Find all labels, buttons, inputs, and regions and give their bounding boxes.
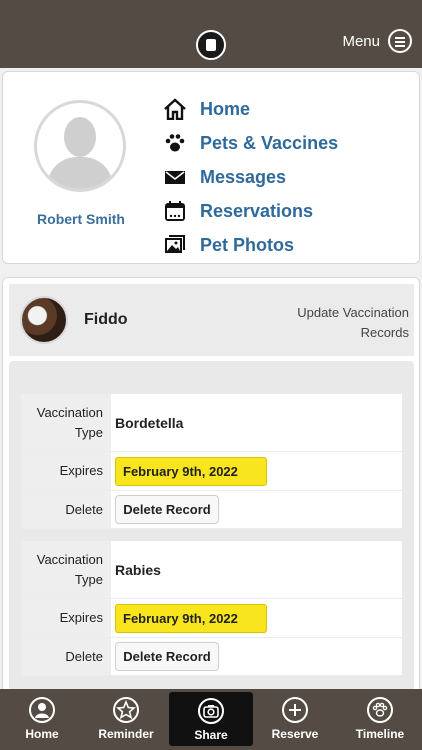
pet-name: Fiddo — [84, 311, 128, 328]
record-expires-row: Expires February 9th, 2022 — [21, 452, 402, 491]
tab-label: Home — [25, 727, 59, 741]
menu-button[interactable]: Menu — [342, 29, 412, 53]
user-name[interactable]: Robert Smith — [3, 211, 159, 227]
delete-record-button[interactable]: Delete Record — [115, 642, 219, 671]
nav-label: Messages — [200, 166, 287, 187]
bottom-nav: Home Reminder Share Reserve Timeline — [0, 689, 422, 750]
expires-label: Expires — [21, 599, 111, 637]
tab-label: Reserve — [271, 727, 319, 741]
tab-label: Reminder — [98, 727, 154, 741]
delete-record-button[interactable]: Delete Record — [115, 495, 219, 524]
update-vaccination-link[interactable]: Update Vaccination Records — [249, 303, 409, 343]
vaccination-record: Vaccination Type Bordetella Expires Febr… — [21, 394, 402, 529]
top-bar: Menu — [0, 0, 422, 68]
tab-reminder[interactable]: Reminder — [84, 689, 168, 750]
record-type-row: Vaccination Type Bordetella — [21, 394, 402, 452]
calendar-icon — [163, 199, 187, 223]
type-label: Vaccination Type — [21, 394, 111, 451]
person-icon — [29, 697, 55, 723]
pet-avatar — [20, 296, 68, 344]
profile-card: Robert Smith Home Pets & Vaccines Messag… — [2, 71, 420, 264]
expires-label: Expires — [21, 452, 111, 490]
star-icon — [113, 697, 139, 723]
tab-label: Share — [194, 728, 228, 742]
nav-label: Pets & Vaccines — [200, 132, 339, 153]
vaccination-type: Rabies — [115, 561, 161, 578]
logo-icon[interactable] — [196, 30, 226, 60]
type-label: Vaccination Type — [21, 541, 111, 598]
profile-nav: Home Pets & Vaccines Messages Reservatio… — [163, 92, 413, 262]
camera-icon — [198, 698, 224, 724]
paw-icon — [367, 697, 393, 723]
nav-label: Home — [200, 98, 251, 119]
nav-item-reservations[interactable]: Reservations — [163, 194, 413, 228]
record-expires-row: Expires February 9th, 2022 — [21, 599, 402, 638]
vaccination-record: Vaccination Type Rabies Expires February… — [21, 541, 402, 676]
expires-date-field[interactable]: February 9th, 2022 — [115, 603, 267, 633]
nav-label: Pet Photos — [200, 234, 295, 255]
nav-item-messages[interactable]: Messages — [163, 160, 413, 194]
delete-label: Delete — [21, 638, 111, 675]
nav-label: Reservations — [200, 200, 314, 221]
records-list: Vaccination Type Bordetella Expires Febr… — [9, 361, 414, 691]
tab-label: Timeline — [355, 727, 405, 741]
paw-icon — [163, 131, 187, 155]
photos-icon — [163, 233, 187, 257]
nav-item-pet-photos[interactable]: Pet Photos — [163, 228, 413, 262]
record-delete-row: Delete Delete Record — [21, 638, 402, 676]
vaccination-panel: Fiddo Update Vaccination Records Vaccina… — [2, 277, 420, 697]
nav-item-home[interactable]: Home — [163, 92, 413, 126]
tab-share[interactable]: Share — [169, 692, 253, 746]
avatar — [34, 100, 126, 192]
record-type-row: Vaccination Type Rabies — [21, 541, 402, 599]
envelope-icon — [163, 165, 187, 189]
tab-reserve[interactable]: Reserve — [253, 689, 337, 750]
tab-timeline[interactable]: Timeline — [338, 689, 422, 750]
record-delete-row: Delete Delete Record — [21, 491, 402, 529]
hamburger-icon — [388, 29, 412, 53]
expires-date-field[interactable]: February 9th, 2022 — [115, 456, 267, 486]
menu-label: Menu — [342, 32, 380, 50]
vaccination-type: Bordetella — [115, 414, 184, 431]
delete-label: Delete — [21, 491, 111, 528]
tab-home[interactable]: Home — [0, 689, 84, 750]
pet-header: Fiddo Update Vaccination Records — [9, 284, 414, 356]
home-icon — [163, 97, 187, 121]
plus-icon — [282, 697, 308, 723]
nav-item-pets-vaccines[interactable]: Pets & Vaccines — [163, 126, 413, 160]
